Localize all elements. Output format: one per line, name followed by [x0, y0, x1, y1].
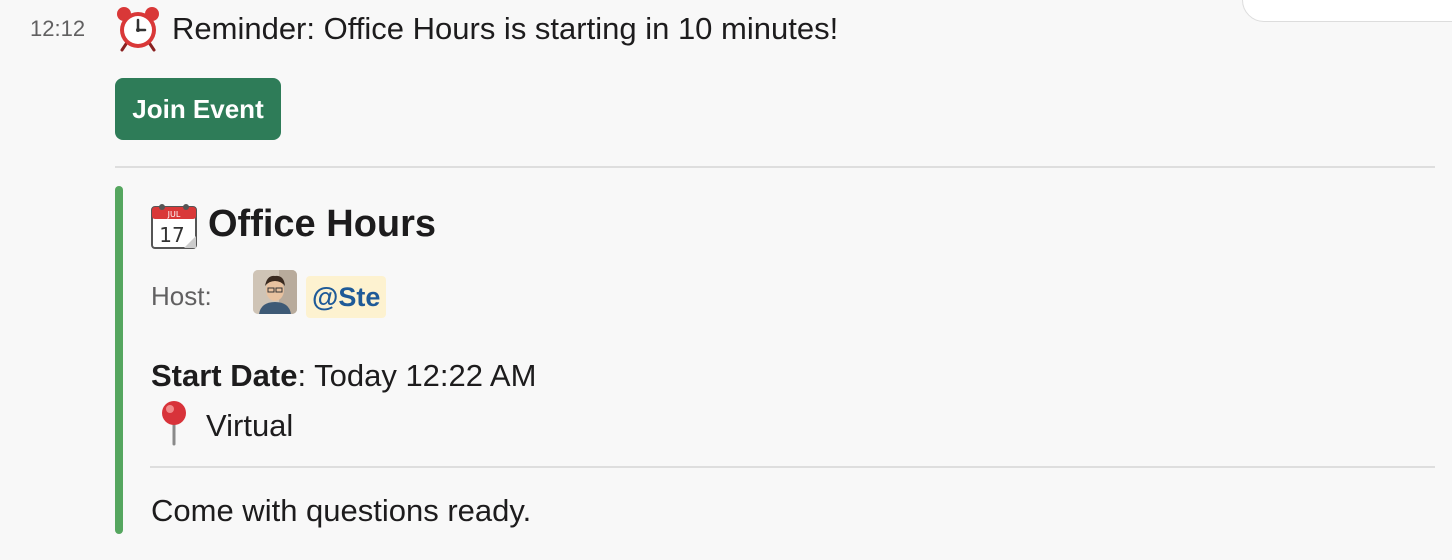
event-location: Virtual — [206, 408, 294, 443]
host-label: Host: — [151, 281, 212, 311]
host-mention[interactable]: @Ste — [306, 276, 387, 318]
start-date-label: Start Date — [151, 358, 298, 393]
svg-text:17: 17 — [159, 223, 184, 247]
floating-panel-corner — [1242, 0, 1452, 22]
event-description: Come with questions ready. — [151, 493, 532, 528]
divider — [115, 166, 1435, 168]
pushpin-icon — [156, 400, 192, 446]
alarm-clock-icon — [114, 4, 162, 52]
svg-text:JUL: JUL — [167, 210, 181, 219]
host-avatar[interactable] — [253, 270, 297, 314]
start-date: Start Date: Today 12:22 AM — [151, 358, 536, 394]
reminder-text: Reminder: Office Hours is starting in 10… — [172, 11, 839, 46]
join-event-button[interactable]: Join Event — [115, 78, 281, 140]
start-date-value: : Today 12:22 AM — [297, 358, 537, 393]
calendar-icon: JUL 17 — [150, 202, 200, 250]
event-title: Office Hours — [208, 203, 437, 245]
message-timestamp[interactable]: 12:12 — [30, 16, 85, 42]
event-accent-bar — [115, 186, 123, 534]
divider — [150, 466, 1435, 468]
